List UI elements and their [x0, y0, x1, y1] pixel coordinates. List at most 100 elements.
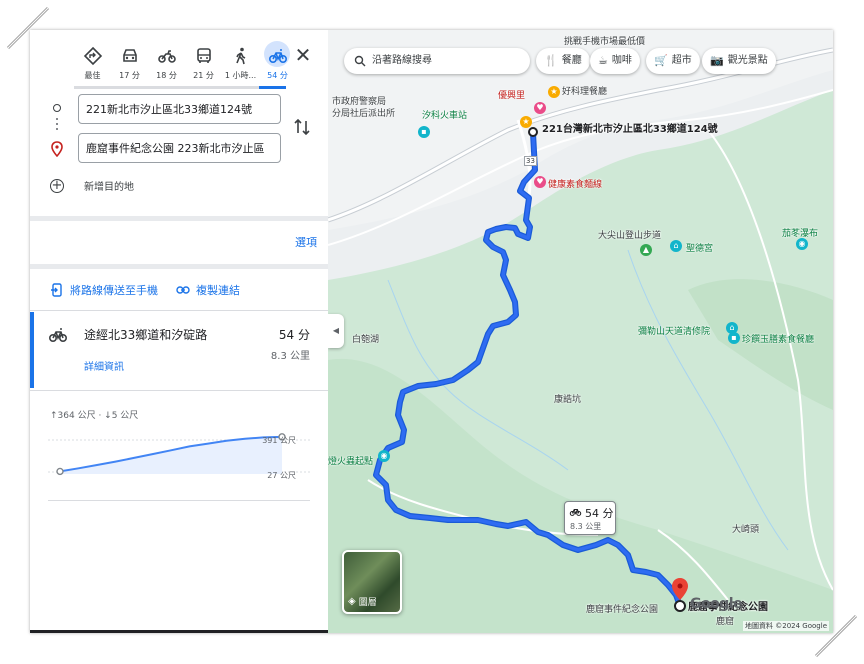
- mode-bike-label: 54 分: [267, 71, 288, 80]
- chip-coffee[interactable]: ☕ 咖啡: [590, 48, 640, 74]
- chip-attractions[interactable]: 📷 觀光景點: [702, 48, 776, 74]
- chip-label: 觀光景點: [727, 55, 768, 66]
- chip-supermarket[interactable]: 🛒 超市: [646, 48, 700, 74]
- chip-restaurants[interactable]: 🍴 餐廳: [536, 48, 590, 74]
- copy-link-button[interactable]: 複製連結: [176, 282, 240, 298]
- screenshot-frame: 最佳 17 分 18 分 21 分 1 小時... 54 分 ✕ 221新北市汐…: [30, 30, 833, 633]
- map-place-label: 珍饌玉膳素食餐廳: [742, 335, 815, 345]
- divider: [30, 310, 328, 311]
- mode-motorcycle[interactable]: 18 分: [148, 42, 185, 86]
- map-place-label: 燈火蟲起點: [328, 457, 374, 467]
- callout-time: 54 分: [585, 507, 614, 520]
- camera-icon: 📷: [710, 54, 724, 67]
- map-place-label: 好科理餐廳: [562, 87, 608, 97]
- star-icon: ★: [520, 116, 532, 128]
- map-place-label: 健康素食麵線: [548, 180, 603, 190]
- route-dots-icon: [56, 118, 58, 133]
- destination-pin-icon: [51, 141, 63, 157]
- divider: [30, 390, 328, 391]
- origin-input[interactable]: 221新北市汐止區北33鄉道124號: [78, 94, 281, 124]
- divider: [30, 216, 328, 221]
- map-place-label: 鹿窟: [716, 617, 735, 627]
- route-time-callout[interactable]: 54 分 8.3 公里: [564, 501, 616, 535]
- directions-panel: 最佳 17 分 18 分 21 分 1 小時... 54 分 ✕ 221新北市汐…: [30, 30, 328, 633]
- layers-button[interactable]: ◈ 圖層: [342, 550, 402, 614]
- motorcycle-icon: [157, 50, 176, 63]
- mode-bike[interactable]: 54 分: [259, 41, 296, 86]
- mode-best-label: 最佳: [84, 71, 101, 80]
- swap-arrows-icon[interactable]: [292, 116, 312, 138]
- mode-best[interactable]: 最佳: [74, 42, 111, 86]
- camera-poi-icon: ◉: [378, 450, 390, 462]
- cart-icon: 🛒: [654, 54, 668, 67]
- callout-distance: 8.3 公里: [570, 522, 602, 531]
- send-to-phone-icon: [51, 283, 62, 297]
- map-place-label: 茄苳瀑布: [782, 229, 819, 239]
- restaurant-icon: ▪: [728, 332, 740, 344]
- route-distance: 8.3 公里: [270, 351, 310, 362]
- decorative-corner-bottom-right: [814, 614, 858, 658]
- elevation-max-label: 391 公尺: [262, 436, 296, 445]
- map-view[interactable]: ◀ 沿著路線搜尋 🍴 餐廳 ☕ 咖啡 🛒 超市 📷 觀光景點 市政府警察局 分局社后派出…: [328, 30, 833, 633]
- travel-mode-bar: 最佳 17 分 18 分 21 分 1 小時... 54 分: [74, 41, 296, 86]
- map-place-label: 鹿窟事件紀念公園: [586, 605, 659, 615]
- send-to-phone-button[interactable]: 將路線傳送至手機: [50, 282, 158, 298]
- bicycle-icon: [48, 328, 68, 343]
- fork-knife-icon: 🍴: [544, 54, 558, 67]
- car-icon: [122, 49, 137, 62]
- search-along-route[interactable]: 沿著路線搜尋: [344, 48, 530, 74]
- elevation-min-label: 27 公尺: [267, 471, 296, 480]
- search-icon: [354, 55, 366, 67]
- map-place-label: 彌勒山天道清修院: [638, 327, 711, 337]
- place-icon: ♥: [534, 176, 546, 188]
- add-destination-button[interactable]: + 新增目的地: [50, 178, 134, 193]
- send-to-phone-label: 將路線傳送至手機: [70, 284, 158, 297]
- bus-icon: [196, 48, 211, 63]
- route-option[interactable]: 途經北33鄉道和汐碇路 54 分 8.3 公里 詳細資訊: [30, 312, 328, 388]
- add-destination-label: 新增目的地: [84, 182, 134, 193]
- temple-icon: ⌂: [670, 240, 682, 252]
- map-place-label: 白匏湖: [352, 335, 380, 345]
- road-shield: 33: [524, 156, 537, 166]
- elevation-start-point: [56, 467, 64, 476]
- train-station-icon: ▪: [418, 126, 430, 138]
- map-place-label: 聖德宮: [686, 244, 714, 254]
- elevation-chart: 391 公尺 27 公尺: [48, 433, 310, 480]
- mode-transit[interactable]: 21 分: [185, 42, 222, 86]
- mode-underline: [74, 86, 286, 89]
- route-name: 途經北33鄉道和汐碇路: [84, 328, 208, 342]
- mode-drive-label: 17 分: [119, 71, 140, 80]
- mode-drive[interactable]: 17 分: [111, 42, 148, 86]
- mode-transit-label: 21 分: [193, 71, 214, 80]
- plus-circle-icon: +: [50, 177, 64, 193]
- map-place-label: 大尖山登山步道: [598, 231, 662, 241]
- elevation-area: [60, 436, 282, 474]
- map-place-label: 汐科火車站: [422, 111, 468, 121]
- map-place-label: 挑戰手機市場最低價: [564, 37, 646, 47]
- route-details-link[interactable]: 詳細資訊: [84, 358, 124, 373]
- copy-link-label: 複製連結: [196, 284, 240, 297]
- search-placeholder: 沿著路線搜尋: [372, 55, 432, 66]
- divider: [30, 264, 328, 269]
- options-button[interactable]: 選項: [295, 234, 317, 250]
- destination-input[interactable]: 鹿窟事件紀念公園 223新北市汐止區: [78, 133, 281, 163]
- route-time: 54 分: [278, 328, 310, 342]
- divider: [48, 500, 310, 501]
- star-icon: ★: [548, 86, 560, 98]
- collapse-panel-button[interactable]: ◀: [328, 314, 344, 348]
- map-place-label: 康誥坑: [554, 395, 582, 405]
- panel-bottom-bar: [30, 630, 328, 633]
- bicycle-icon: [569, 509, 582, 516]
- place-icon: ♥: [534, 102, 546, 114]
- map-place-label: 分局社后派出所: [332, 109, 396, 119]
- map-place-label: 優興里: [498, 91, 526, 101]
- mode-walk[interactable]: 1 小時...: [222, 42, 259, 86]
- mode-selected-indicator: [259, 86, 286, 89]
- walk-icon: [235, 47, 245, 65]
- bicycle-icon: [268, 49, 287, 64]
- share-row: 將路線傳送至手機 複製連結: [50, 282, 258, 298]
- mode-motorcycle-label: 18 分: [156, 71, 177, 80]
- elevation-summary: ↑364 公尺 · ↓5 公尺: [50, 411, 139, 421]
- close-button[interactable]: ✕: [292, 44, 314, 66]
- link-icon: [176, 286, 190, 294]
